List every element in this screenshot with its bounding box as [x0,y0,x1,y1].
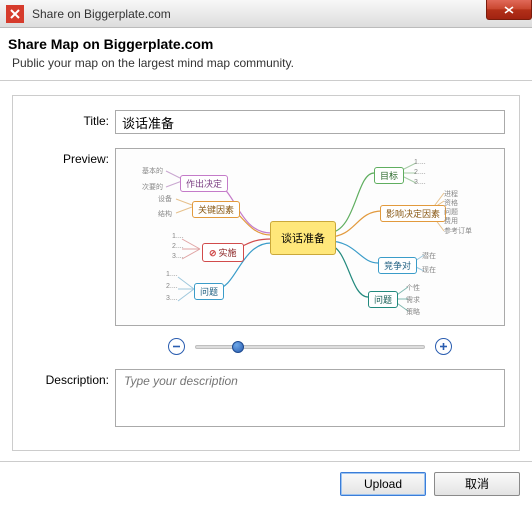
mindmap-subtext: 需求 [406,295,420,305]
dialog-content: Title: Preview: [0,81,532,461]
preview-canvas[interactable]: 谈话准备 作出决定 基本的 次要的 关键因素 设备 结构 ⊘实施 1.... 2… [115,148,505,326]
window-close-button[interactable] [486,0,532,20]
mindmap-subtext: 次要的 [142,182,163,192]
mindmap-subtext: 2.... [414,169,426,176]
preview-row: Preview: [27,148,505,355]
mindmap-subtext: 1.... [172,233,184,240]
dialog-subheading: Public your map on the largest mind map … [12,56,520,70]
upload-button[interactable]: Upload [340,472,426,496]
mindmap-subtext: 现在 [422,265,436,275]
title-label: Title: [27,110,115,134]
zoom-slider-track[interactable] [195,345,425,349]
dialog-header: Share Map on Biggerplate.com Public your… [0,28,532,81]
mindmap-subtext: 3.... [172,253,184,260]
mindmap-node: 问题 [194,283,224,300]
mindmap-node: 影响决定因素 [380,205,446,222]
mindmap-subtext: 2.... [172,243,184,250]
zoom-controls [115,338,505,355]
title-input[interactable] [115,110,505,134]
cancel-button[interactable]: 取消 [434,472,520,496]
mindmap-subtext: 基本的 [142,166,163,176]
description-label: Description: [27,369,115,432]
mindmap-node: 竞争对 [378,257,417,274]
mindmap-node: 目标 [374,167,404,184]
mindmap-subtext: 结构 [158,209,172,219]
mindmap-node: 作出决定 [180,175,228,192]
mindmap-subtext: 1.... [414,159,426,166]
form-panel: Title: Preview: [12,95,520,451]
mindmap-node: 问题 [368,291,398,308]
mindmap-subtext: 3.... [414,179,426,186]
dialog-footer: Upload 取消 [0,461,532,505]
mindmap-subtext: 策略 [406,307,420,317]
zoom-in-button[interactable] [435,338,452,355]
mindmap-subtext: 3.... [166,295,178,302]
mindmap-subtext: 潜在 [422,251,436,261]
window-title: Share on Biggerplate.com [32,7,171,21]
mindmap-subtext: 1.... [166,271,178,278]
mindmap-subtext: 设备 [158,194,172,204]
mindmap-node: 关键因素 [192,201,240,218]
description-input[interactable] [115,369,505,427]
dialog-heading: Share Map on Biggerplate.com [8,36,520,52]
mindmap-subtext: 费用 [444,216,458,226]
preview-label: Preview: [27,148,115,355]
zoom-out-button[interactable] [168,338,185,355]
description-row: Description: [27,369,505,432]
mindmap-subtext: 参考订单 [444,226,472,236]
mindmap-node: ⊘实施 [202,243,244,262]
mindmap-center-node: 谈话准备 [270,221,336,255]
mindmap-subtext: 2.... [166,283,178,290]
window-titlebar: Share on Biggerplate.com [0,0,532,28]
title-row: Title: [27,110,505,134]
zoom-slider-thumb[interactable] [232,341,244,353]
mindmap-subtext: 个性 [406,283,420,293]
app-icon [6,5,24,23]
